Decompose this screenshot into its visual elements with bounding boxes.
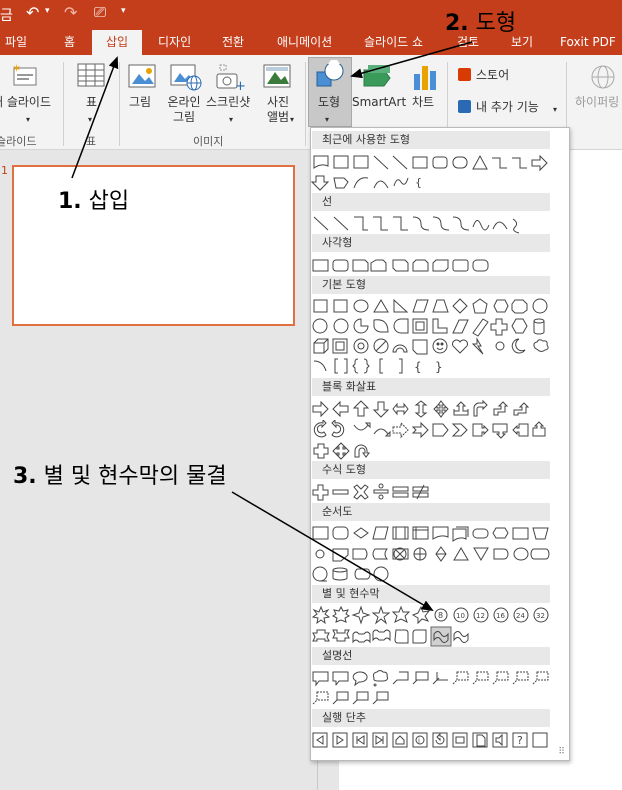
shapes-icon[interactable] (314, 56, 346, 94)
section-header-lines: 선 (312, 193, 550, 211)
pictures-icon[interactable] (128, 62, 158, 96)
online-pictures-button[interactable]: 온라인 그림 (164, 95, 204, 125)
group-label-slides: 슬라이드 (0, 135, 37, 148)
annotation-step-1-number: 1. (58, 189, 82, 214)
presentation-icon[interactable]: ⎚ (94, 3, 106, 21)
my-addins-icon[interactable] (458, 100, 471, 113)
undo-icon[interactable]: ↶ (26, 3, 39, 22)
svg-text:12: 12 (476, 612, 485, 620)
smartart-icon[interactable] (362, 62, 394, 96)
redo-icon[interactable]: ↷ (64, 3, 77, 22)
group-label-images: 이미지 (193, 135, 224, 148)
slide-number: 1 (1, 164, 8, 177)
tab-design[interactable]: 디자인 (158, 30, 191, 55)
annotation-step-2: 2. 도형 (445, 5, 516, 37)
app-title-fragment: 금 (0, 8, 13, 24)
svg-text:{: { (415, 176, 422, 189)
annotation-step-2-text: 도형 (475, 11, 517, 36)
shapes-button[interactable]: 도형 (318, 95, 340, 110)
svg-text:{: { (414, 360, 422, 374)
group-divider (119, 62, 120, 146)
store-icon[interactable] (458, 68, 471, 81)
tab-slideshow[interactable]: 슬라이드 쇼 (364, 30, 423, 55)
chart-icon[interactable] (412, 62, 440, 96)
shapes-gallery: 최근에 사용한 도형 { 선 사각형 기본 도형 {} 블록 화살표 수식 도… (310, 127, 570, 761)
svg-text:+: + (235, 79, 246, 92)
hyperlink-button[interactable]: 하이퍼링 (575, 95, 619, 110)
annotation-step-2-number: 2. (445, 11, 469, 36)
section-header-action-buttons: 실행 단추 (312, 709, 550, 727)
tab-file[interactable]: 파일 (5, 30, 27, 55)
smartart-button[interactable]: SmartArt (352, 95, 406, 110)
new-slide-button[interactable]: 새 슬라이드 (0, 95, 51, 110)
pictures-button[interactable]: 그림 (129, 95, 151, 110)
my-addins-dropdown-icon[interactable]: ▾ (553, 102, 557, 117)
ribbon-tabs: 파일 홈 삽입 디자인 전환 애니메이션 슬라이드 쇼 검토 보기 Foxit … (0, 30, 622, 55)
resize-gripper-icon[interactable]: ⠿ (558, 747, 565, 757)
title-bar: 금 ↶ ▾ ↷ ⎚ ▾ (0, 0, 622, 30)
group-label-tables: 표 (86, 135, 97, 148)
screenshot-icon[interactable]: + (216, 62, 246, 96)
my-addins-button[interactable]: 내 추가 기능 (476, 100, 539, 115)
online-pictures-icon[interactable] (170, 62, 202, 96)
annotation-step-1-text: 삽입 (88, 189, 130, 214)
slide-thumbnail[interactable] (12, 165, 295, 326)
svg-text:16: 16 (496, 612, 505, 620)
section-header-recent: 최근에 사용한 도형 (312, 131, 550, 149)
section-header-flowchart: 순서도 (312, 503, 550, 521)
table-dropdown-icon[interactable]: ▾ (88, 112, 92, 127)
section-header-stars-banners: 별 및 현수막 (312, 585, 550, 603)
annotation-step-3-text: 별 및 현수막의 물결 (43, 464, 227, 489)
customize-toolbar-icon[interactable]: ▾ (121, 6, 126, 16)
section-header-basic-shapes: 기본 도형 (312, 276, 550, 294)
svg-text:✶: ✶ (12, 62, 21, 75)
chart-button[interactable]: 차트 (412, 95, 434, 110)
svg-text:32: 32 (536, 612, 545, 620)
undo-dropdown-icon[interactable]: ▾ (45, 6, 50, 16)
table-button[interactable]: 표 (86, 95, 97, 110)
group-divider (63, 62, 64, 146)
store-button[interactable]: 스토어 (476, 68, 509, 83)
screenshot-button[interactable]: 스크린샷 (206, 95, 250, 110)
section-header-rectangles: 사각형 (312, 234, 550, 252)
shapes-dropdown-icon[interactable]: ▾ (325, 112, 329, 127)
svg-text:?: ? (517, 734, 523, 747)
svg-text:10: 10 (456, 612, 465, 620)
photo-album-dropdown-icon[interactable]: ▾ (290, 112, 294, 127)
tab-foxit-pdf[interactable]: Foxit PDF (560, 30, 616, 55)
section-header-equation-shapes: 수식 도형 (312, 461, 550, 479)
tab-transitions[interactable]: 전환 (222, 30, 244, 55)
annotation-step-3: 3. 별 및 현수막의 물결 (13, 458, 227, 490)
screenshot-dropdown-icon[interactable]: ▾ (229, 112, 233, 127)
tab-insert[interactable]: 삽입 (92, 30, 142, 55)
tab-animations[interactable]: 애니메이션 (277, 30, 332, 55)
group-divider (305, 62, 306, 146)
photo-album-icon[interactable] (263, 62, 293, 96)
new-slide-dropdown-icon[interactable]: ▾ (26, 112, 30, 127)
svg-text:i: i (418, 737, 420, 745)
tab-home[interactable]: 홈 (64, 30, 75, 55)
section-header-block-arrows: 블록 화살표 (312, 378, 550, 396)
new-slide-icon[interactable]: ✶ (10, 62, 38, 88)
section-header-callouts: 설명선 (312, 647, 550, 665)
svg-text:}: } (435, 360, 443, 374)
svg-text:8: 8 (438, 611, 443, 620)
annotation-step-3-number: 3. (13, 464, 37, 489)
hyperlink-icon[interactable] (590, 64, 618, 96)
svg-text:24: 24 (516, 612, 525, 620)
table-icon[interactable] (77, 62, 105, 94)
annotation-step-1: 1. 삽입 (58, 183, 129, 215)
